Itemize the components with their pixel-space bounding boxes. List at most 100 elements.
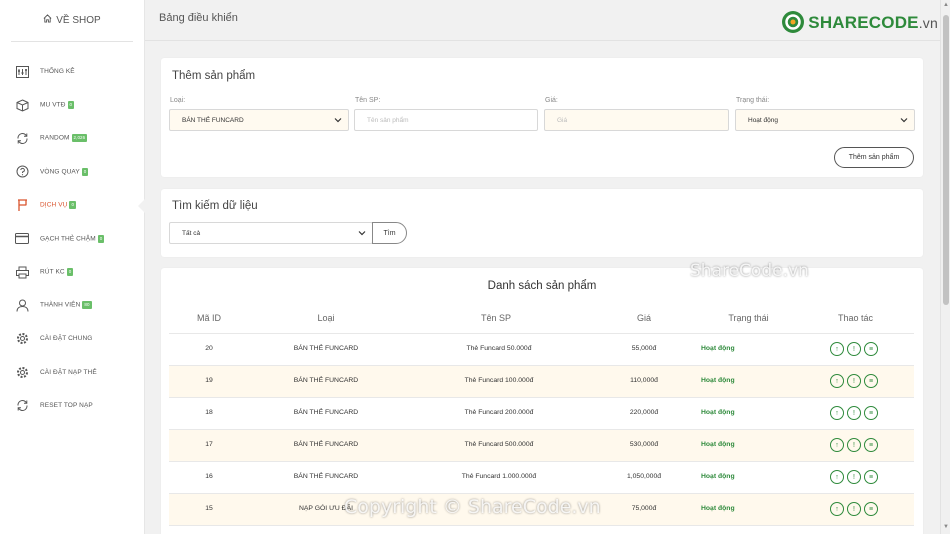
- sidebar-badge: 0: [97, 234, 105, 243]
- table-row: ↑ ! ≡: [169, 525, 914, 534]
- sidebar-item-label: CÀI ĐẶT NẠP THẺ: [40, 368, 97, 376]
- home-icon: [43, 14, 52, 26]
- sidebar-item-random[interactable]: RANDOM 2,026: [0, 122, 144, 155]
- scroll-up-arrow-icon[interactable]: ▲: [943, 2, 949, 8]
- product-name-input[interactable]: Tên sản phẩm: [354, 109, 538, 131]
- cell-name: Thẻ Funcard 100.000đ: [464, 377, 534, 384]
- sharecode-logo-icon: [781, 10, 805, 36]
- cell-type: BÁN THẺ FUNCARD: [293, 377, 359, 384]
- sidebar-item-dich-vu[interactable]: DỊCH VỤ 0: [0, 189, 145, 222]
- info-icon[interactable]: !: [847, 502, 861, 516]
- price-placeholder: Giá: [557, 116, 568, 124]
- refresh-icon: [14, 130, 30, 146]
- trash-icon[interactable]: ≡: [864, 502, 878, 516]
- cell-id: 20: [205, 345, 213, 352]
- price-input[interactable]: Giá: [544, 109, 729, 131]
- trash-icon[interactable]: ≡: [864, 342, 878, 356]
- refresh-icon: [14, 398, 30, 414]
- column-header-name[interactable]: Tên SP: [461, 313, 531, 323]
- type-label: Loại:: [170, 97, 186, 104]
- row-actions: ↑ ! ≡: [830, 342, 878, 356]
- sidebar-item-vong-quay[interactable]: VÒNG QUAY 0: [0, 155, 144, 188]
- brand-logo[interactable]: SHARECODE.vn: [781, 10, 938, 36]
- brand-name: SHARECODE.vn: [808, 13, 938, 32]
- info-icon[interactable]: !: [847, 470, 861, 484]
- sidebar-item-cai-dat-nap-the[interactable]: CÀI ĐẶT NẠP THẺ: [0, 356, 144, 389]
- up-arrow-icon[interactable]: ↑: [830, 374, 844, 388]
- sidebar-item-thong-ke[interactable]: THỐNG KÊ: [0, 55, 144, 88]
- type-select[interactable]: BÁN THẺ FUNCARD: [169, 109, 349, 131]
- cell-name: Thẻ Funcard 1.000.000đ: [461, 473, 537, 480]
- table-title: Danh sách sản phẩm: [487, 280, 597, 292]
- status-select[interactable]: Hoạt động: [735, 109, 915, 131]
- trash-icon[interactable]: ≡: [864, 470, 878, 484]
- column-header-type[interactable]: Loại: [296, 313, 356, 323]
- row-actions: ↑ ! ≡: [830, 374, 878, 388]
- cell-id: 18: [205, 409, 213, 416]
- sidebar-item-label: VÒNG QUAY: [40, 168, 80, 176]
- back-to-shop-link[interactable]: VỀ SHOP: [0, 0, 144, 40]
- sidebar-item-gach-the-cham[interactable]: GẠCH THẺ CHẬM 0: [0, 222, 144, 255]
- up-arrow-icon[interactable]: ↑: [830, 406, 844, 420]
- table-row: 19 BÁN THẺ FUNCARD Thẻ Funcard 100.000đ …: [169, 365, 914, 397]
- add-product-title: Thêm sản phẩm: [172, 70, 256, 82]
- cell-type: BÁN THẺ FUNCARD: [293, 409, 359, 416]
- page-scrollbar[interactable]: ▲ ▼: [940, 0, 950, 534]
- info-icon[interactable]: !: [847, 406, 861, 420]
- sidebar-item-label: DỊCH VỤ: [40, 201, 68, 209]
- add-product-button[interactable]: Thêm sản phẩm: [834, 147, 914, 168]
- trash-icon[interactable]: ≡: [864, 438, 878, 452]
- sidebar-item-label: MU VTĐ: [40, 101, 66, 109]
- cell-type: BÁN THẺ FUNCARD: [293, 345, 359, 352]
- product-name-placeholder: Tên sản phẩm: [367, 116, 409, 124]
- sidebar-item-mu-vtd[interactable]: MU VTĐ 0: [0, 88, 144, 121]
- up-arrow-icon[interactable]: ↑: [830, 502, 844, 516]
- sidebar-item-label: GẠCH THẺ CHẬM: [40, 235, 96, 243]
- sidebar-item-cai-dat-chung[interactable]: CÀI ĐẶT CHUNG: [0, 322, 144, 355]
- up-arrow-icon[interactable]: ↑: [830, 470, 844, 484]
- cell-price: 110,000đ: [630, 377, 658, 384]
- sidebar-item-rut-kc[interactable]: RÚT KC 0: [0, 255, 144, 288]
- sidebar-item-reset-top-nap[interactable]: RESET TOP NẠP: [0, 389, 144, 422]
- trash-icon[interactable]: ≡: [864, 374, 878, 388]
- sidebar-item-label: RESET TOP NẠP: [40, 402, 93, 410]
- cell-id: 16: [205, 473, 213, 480]
- sidebar-item-thanh-vien[interactable]: THÀNH VIÊN 80: [0, 289, 144, 322]
- sidebar: VỀ SHOP THỐNG KÊ MU VTĐ 0 RANDOM 2,026 VÒN…: [0, 0, 145, 534]
- cell-status: Hoạt động: [701, 345, 735, 352]
- table-row: 16 BÁN THẺ FUNCARD Thẻ Funcard 1.000.000…: [169, 461, 914, 493]
- cell-status: Hoạt động: [701, 473, 735, 480]
- sidebar-badge: 0: [67, 101, 75, 110]
- status-label: Trạng thái:: [736, 97, 770, 104]
- cell-name: Thẻ Funcard 500.000đ: [464, 441, 534, 448]
- table-row: 17 BÁN THẺ FUNCARD Thẻ Funcard 500.000đ …: [169, 429, 914, 461]
- trash-icon[interactable]: ≡: [864, 406, 878, 420]
- cell-id: 19: [205, 377, 213, 384]
- cell-status: Hoạt động: [701, 377, 735, 384]
- page-title: Bảng điều khiển: [159, 12, 238, 24]
- scroll-down-arrow-icon[interactable]: ▼: [943, 524, 949, 530]
- scroll-thumb[interactable]: [943, 15, 949, 305]
- filter-select[interactable]: Tất cả: [169, 222, 373, 244]
- flag-icon: [14, 197, 30, 213]
- up-arrow-icon[interactable]: ↑: [830, 438, 844, 452]
- row-actions: ↑ ! ≡: [830, 502, 878, 516]
- sidebar-badge: 0: [81, 167, 89, 176]
- column-header-price[interactable]: Giá: [624, 313, 664, 323]
- table-row: 18 BÁN THẺ FUNCARD Thẻ Funcard 200.000đ …: [169, 397, 914, 429]
- info-icon[interactable]: !: [847, 342, 861, 356]
- sidebar-nav: THỐNG KÊ MU VTĐ 0 RANDOM 2,026 VÒNG QUAY 0 …: [0, 55, 145, 422]
- cell-status: Hoạt động: [701, 505, 735, 512]
- column-header-status[interactable]: Trạng thái: [716, 313, 781, 323]
- sidebar-divider: [11, 41, 133, 42]
- column-header-actions[interactable]: Thao tác: [823, 313, 888, 323]
- search-title: Tìm kiếm dữ liệu: [172, 200, 258, 212]
- cell-name: Thẻ Funcard 50.000đ: [466, 345, 532, 352]
- info-icon[interactable]: !: [847, 438, 861, 452]
- info-icon[interactable]: !: [847, 374, 861, 388]
- search-button[interactable]: Tìm: [372, 222, 407, 244]
- column-header-id[interactable]: Mã ID: [189, 313, 229, 323]
- up-arrow-icon[interactable]: ↑: [830, 342, 844, 356]
- cell-price: 220,000đ: [629, 409, 659, 416]
- cell-type: BÁN THẺ FUNCARD: [293, 441, 359, 448]
